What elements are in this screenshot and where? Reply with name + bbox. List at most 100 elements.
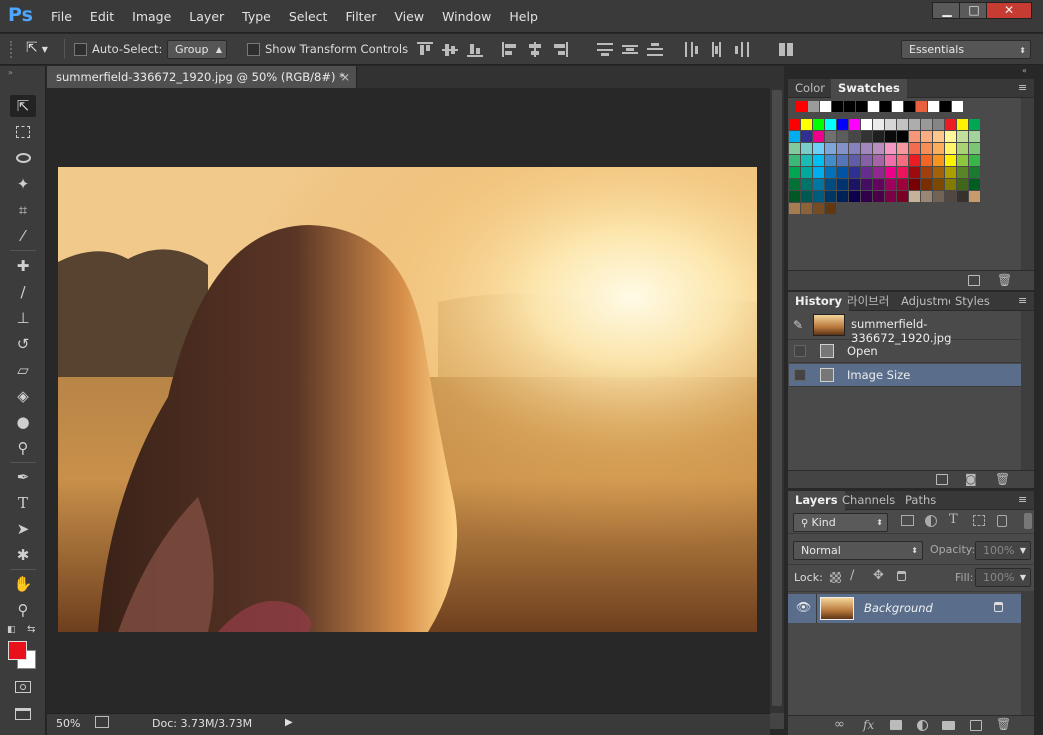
swap-colors-icon[interactable]: ⇆ [27,624,35,635]
color-swatch[interactable] [861,167,872,178]
screen-mode-icon[interactable] [10,703,36,725]
filter-smart-object-icon[interactable] [997,515,1007,527]
distribute-bottom-icon[interactable] [647,42,663,57]
color-swatch[interactable] [909,179,920,190]
collapse-dock-icon[interactable]: « [1022,66,1032,76]
new-layer-icon[interactable] [970,720,982,731]
opacity-field[interactable]: 100% ▼ [975,541,1031,560]
color-swatch[interactable] [897,179,908,190]
filter-adjustment-icon[interactable] [925,515,937,527]
color-swatch[interactable] [837,179,848,190]
color-swatch[interactable] [873,131,884,142]
color-swatch[interactable] [945,131,956,142]
align-hcenter-icon[interactable] [527,42,543,57]
align-bottom-icon[interactable] [467,42,483,57]
foreground-color-swatch[interactable] [8,641,27,660]
color-swatch[interactable] [789,119,800,130]
color-swatch[interactable] [921,191,932,202]
minimize-button[interactable]: ▁ [932,2,962,19]
status-menu-arrow-icon[interactable]: ▶ [285,717,293,728]
history-snapshot-row[interactable]: ✎ summerfield-336672_1920.jpg [788,312,1021,345]
fill-field[interactable]: 100% ▼ [975,568,1031,587]
filter-pixel-icon[interactable] [901,515,914,526]
recent-swatch[interactable] [916,101,927,112]
color-swatch[interactable] [861,179,872,190]
color-swatch[interactable] [933,167,944,178]
color-swatch[interactable] [789,167,800,178]
document-image[interactable] [58,167,757,632]
eraser-tool-icon[interactable]: ▱ [10,359,36,381]
history-checkbox[interactable] [794,345,806,357]
color-swatch[interactable] [969,167,980,178]
distribute-hcenter-icon[interactable] [709,42,725,57]
color-swatch[interactable] [813,179,824,190]
history-item-open[interactable]: Open [789,340,1021,363]
color-swatch[interactable] [825,143,836,154]
recent-swatch[interactable] [928,101,939,112]
color-swatch[interactable] [969,131,980,142]
color-swatch[interactable] [789,191,800,202]
recent-swatch[interactable] [820,101,831,112]
color-swatch[interactable] [921,143,932,154]
dodge-tool-icon[interactable]: ⚲ [10,437,36,459]
color-swatch[interactable] [801,167,812,178]
recent-swatch[interactable] [868,101,879,112]
history-checkbox[interactable] [794,369,806,381]
tab-adjustments[interactable]: Adjustme [894,292,950,311]
color-swatch[interactable] [861,155,872,166]
color-swatch[interactable] [849,167,860,178]
color-swatch[interactable] [825,119,836,130]
tab-swatches[interactable]: Swatches [831,79,907,98]
blur-tool-icon[interactable]: ● [10,411,36,433]
color-swatch[interactable] [957,131,968,142]
canvas-scroll-thumb[interactable] [772,90,782,706]
color-swatch[interactable] [801,131,812,142]
tab-paths[interactable]: Paths [898,491,943,510]
recent-swatch[interactable] [892,101,903,112]
color-swatch[interactable] [849,143,860,154]
color-swatch[interactable] [933,179,944,190]
menu-window[interactable]: Window [433,9,500,24]
snapshot-brush-icon[interactable]: ✎ [793,318,803,332]
recent-swatch[interactable] [796,101,807,112]
export-icon[interactable] [95,716,109,728]
color-swatch[interactable] [885,191,896,202]
color-swatch[interactable] [789,203,800,214]
color-swatch[interactable] [909,131,920,142]
color-swatch[interactable] [825,131,836,142]
menu-filter[interactable]: Filter [336,9,385,24]
swatches-scrollbar[interactable] [1021,98,1034,270]
panel-menu-icon[interactable]: ≡ [1018,493,1027,506]
align-top-icon[interactable] [417,42,433,57]
color-swatch[interactable] [837,119,848,130]
menu-edit[interactable]: Edit [81,9,123,24]
layer-filter-dropdown[interactable]: ⚲ Kind ⬍ [793,513,888,532]
color-swatch[interactable] [849,155,860,166]
color-swatch[interactable] [801,179,812,190]
menu-file[interactable]: File [42,9,81,24]
color-swatch[interactable] [813,167,824,178]
tab-styles[interactable]: Styles [948,292,997,311]
color-swatch[interactable] [933,143,944,154]
color-swatch[interactable] [933,191,944,202]
workspace-dropdown[interactable]: Essentials ⬍ [901,40,1031,59]
menu-help[interactable]: Help [500,9,547,24]
color-swatch[interactable] [825,191,836,202]
delete-layer-icon[interactable]: 🗑 [996,717,1011,731]
menu-view[interactable]: View [385,9,433,24]
lock-pixels-icon[interactable]: ∕ [850,568,854,583]
color-swatch[interactable] [873,143,884,154]
recent-swatch[interactable] [808,101,819,112]
color-swatch[interactable] [969,191,980,202]
color-swatch[interactable] [837,131,848,142]
clone-stamp-tool-icon[interactable]: ⊥ [10,307,36,329]
delete-swatch-icon[interactable]: 🗑 [997,273,1012,287]
color-swatch[interactable] [825,167,836,178]
color-swatch[interactable] [909,167,920,178]
new-group-icon[interactable] [942,721,955,730]
color-swatch[interactable] [885,167,896,178]
color-swatch[interactable] [969,179,980,190]
color-swatch[interactable] [885,119,896,130]
blend-mode-dropdown[interactable]: Normal ⬍ [793,541,923,560]
color-swatch[interactable] [921,131,932,142]
